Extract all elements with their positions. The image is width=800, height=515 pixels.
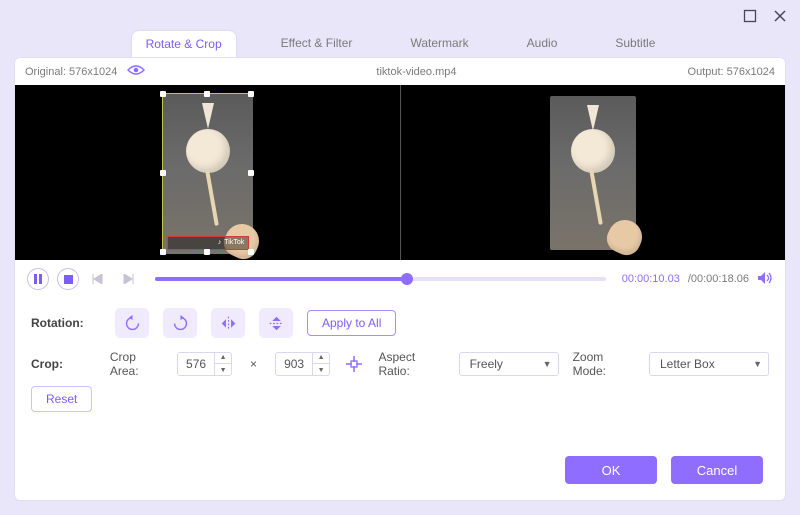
tab-subtitle[interactable]: Subtitle <box>601 30 669 57</box>
crop-width-value: 576 <box>178 357 214 371</box>
crop-handle[interactable] <box>248 91 254 97</box>
pause-button[interactable] <box>27 268 49 290</box>
cancel-button[interactable]: Cancel <box>671 456 763 484</box>
flip-horizontal-button[interactable] <box>211 308 245 338</box>
aspect-ratio-value: Freely <box>470 357 503 371</box>
crop-handle[interactable] <box>160 170 166 176</box>
tabbar: Rotate & Crop Effect & Filter Watermark … <box>0 30 800 57</box>
crop-row: Crop: Crop Area: 576 ▲▼ × 903 ▲▼ Aspect … <box>31 350 769 378</box>
ok-button[interactable]: OK <box>565 456 657 484</box>
filename-label: tiktok-video.mp4 <box>145 66 687 78</box>
video-thumbnail-original <box>163 94 253 254</box>
titlebar <box>0 0 800 26</box>
output-size-label: Output: 576x1024 <box>688 66 775 78</box>
crop-box[interactable]: ♪TikTok <box>162 93 252 253</box>
preview-toggle-icon[interactable] <box>127 64 145 79</box>
time-total: /00:00:18.06 <box>688 273 749 285</box>
rotation-row: Rotation: Apply to All <box>31 308 769 338</box>
original-size-label: Original: 576x1024 <box>25 66 117 78</box>
watermark-highlight: ♪TikTok <box>167 236 249 250</box>
crop-handle[interactable] <box>204 91 210 97</box>
tab-watermark[interactable]: Watermark <box>396 30 482 57</box>
crop-handle[interactable] <box>248 249 254 255</box>
main-panel: Original: 576x1024 tiktok-video.mp4 Outp… <box>14 57 786 501</box>
flip-vertical-button[interactable] <box>259 308 293 338</box>
spin-down-icon[interactable]: ▼ <box>215 364 231 376</box>
preview-output <box>400 85 786 260</box>
time-current: 00:00:10.03 <box>622 273 680 285</box>
stop-button[interactable] <box>57 268 79 290</box>
crop-handle[interactable] <box>160 249 166 255</box>
spin-up-icon[interactable]: ▲ <box>215 352 231 364</box>
chevron-down-icon: ▼ <box>753 359 762 369</box>
volume-icon[interactable] <box>757 271 773 288</box>
zoom-mode-value: Letter Box <box>660 357 715 371</box>
zoom-mode-select[interactable]: Letter Box ▼ <box>649 352 769 376</box>
crop-area-label: Crop Area: <box>110 350 163 378</box>
tab-effect-filter[interactable]: Effect & Filter <box>267 30 367 57</box>
spin-up-icon[interactable]: ▲ <box>313 352 329 364</box>
next-frame-button[interactable] <box>117 268 139 290</box>
footer: OK Cancel <box>15 456 785 500</box>
crop-label: Crop: <box>31 357 96 371</box>
crop-height-stepper[interactable]: 903 ▲▼ <box>275 352 330 376</box>
crop-handle[interactable] <box>204 249 210 255</box>
dimension-separator: × <box>250 357 257 371</box>
crop-width-stepper[interactable]: 576 ▲▼ <box>177 352 232 376</box>
aspect-ratio-select[interactable]: Freely ▼ <box>459 352 559 376</box>
timeline-knob[interactable] <box>401 273 413 285</box>
center-crop-icon[interactable] <box>344 355 364 373</box>
chevron-down-icon: ▼ <box>543 359 552 369</box>
crop-handle[interactable] <box>160 91 166 97</box>
playback-bar: 00:00:10.03/00:00:18.06 <box>15 260 785 298</box>
preview-area: ♪TikTok <box>15 85 785 260</box>
app-window: Rotate & Crop Effect & Filter Watermark … <box>0 0 800 515</box>
timeline-slider[interactable] <box>155 277 606 281</box>
reset-row: Reset <box>31 386 769 412</box>
spin-down-icon[interactable]: ▼ <box>313 364 329 376</box>
controls-area: Rotation: Apply to All Crop: Crop Area: … <box>15 298 785 434</box>
preview-original[interactable]: ♪TikTok <box>15 85 400 260</box>
video-thumbnail-output <box>550 96 636 250</box>
close-icon[interactable] <box>772 8 788 24</box>
tab-rotate-crop[interactable]: Rotate & Crop <box>131 30 237 57</box>
meta-bar: Original: 576x1024 tiktok-video.mp4 Outp… <box>15 58 785 85</box>
reset-button[interactable]: Reset <box>31 386 92 412</box>
maximize-icon[interactable] <box>742 8 758 24</box>
crop-height-value: 903 <box>276 357 312 371</box>
apply-to-all-button[interactable]: Apply to All <box>307 310 396 336</box>
tab-audio[interactable]: Audio <box>513 30 572 57</box>
timeline-progress <box>155 277 407 281</box>
rotation-label: Rotation: <box>31 316 101 330</box>
prev-frame-button[interactable] <box>87 268 109 290</box>
rotate-right-button[interactable] <box>163 308 197 338</box>
zoom-mode-label: Zoom Mode: <box>573 350 635 378</box>
crop-handle[interactable] <box>248 170 254 176</box>
rotate-left-button[interactable] <box>115 308 149 338</box>
aspect-ratio-label: Aspect Ratio: <box>378 350 444 378</box>
